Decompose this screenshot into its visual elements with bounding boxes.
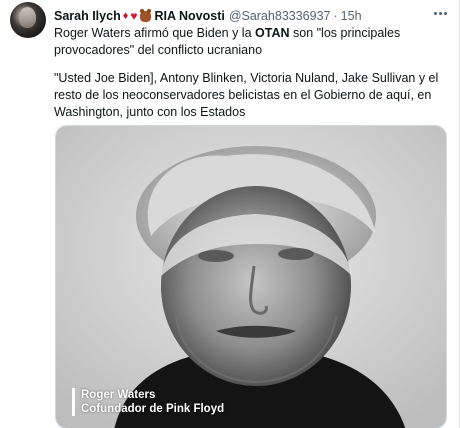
video-media[interactable]: Roger Waters Cofundador de Pink Floyd [55,125,447,428]
diamond-suit-icon: ♦ [122,9,129,22]
red-heart-icon: ♥ [130,9,138,23]
caption-name: Roger Waters [81,389,156,401]
tweet: Sarah Ilych ♦ ♥ RIA Novosti @Sarah833369… [0,0,460,428]
display-name[interactable]: Sarah Ilych [54,9,121,23]
org-name[interactable]: RIA Novosti [154,9,224,23]
avatar[interactable] [10,2,46,38]
video-frame-image [56,126,446,428]
caption-title: Cofundador de Pink Floyd [81,403,225,415]
tweet-text-paragraph-2: "Usted Joe Biden], Antony Blinken, Victo… [54,71,439,119]
timestamp[interactable]: 15h [341,9,362,23]
more-options-icon[interactable] [430,6,450,20]
video-caption: Roger Waters Cofundador de Pink Floyd [72,388,224,416]
tweet-header: Sarah Ilych ♦ ♥ RIA Novosti @Sarah833369… [54,7,362,25]
tweet-text-part: Roger Waters afirmó que Biden y la [54,26,256,40]
user-handle[interactable]: @Sarah83336937 [229,9,331,23]
tweet-text-bold: OTAN [255,26,290,40]
tweet-text-paragraph-1: Roger Waters afirmó que Biden y la OTAN … [54,25,454,59]
teddy-bear-icon [140,8,152,22]
separator-dot: · [333,9,338,23]
